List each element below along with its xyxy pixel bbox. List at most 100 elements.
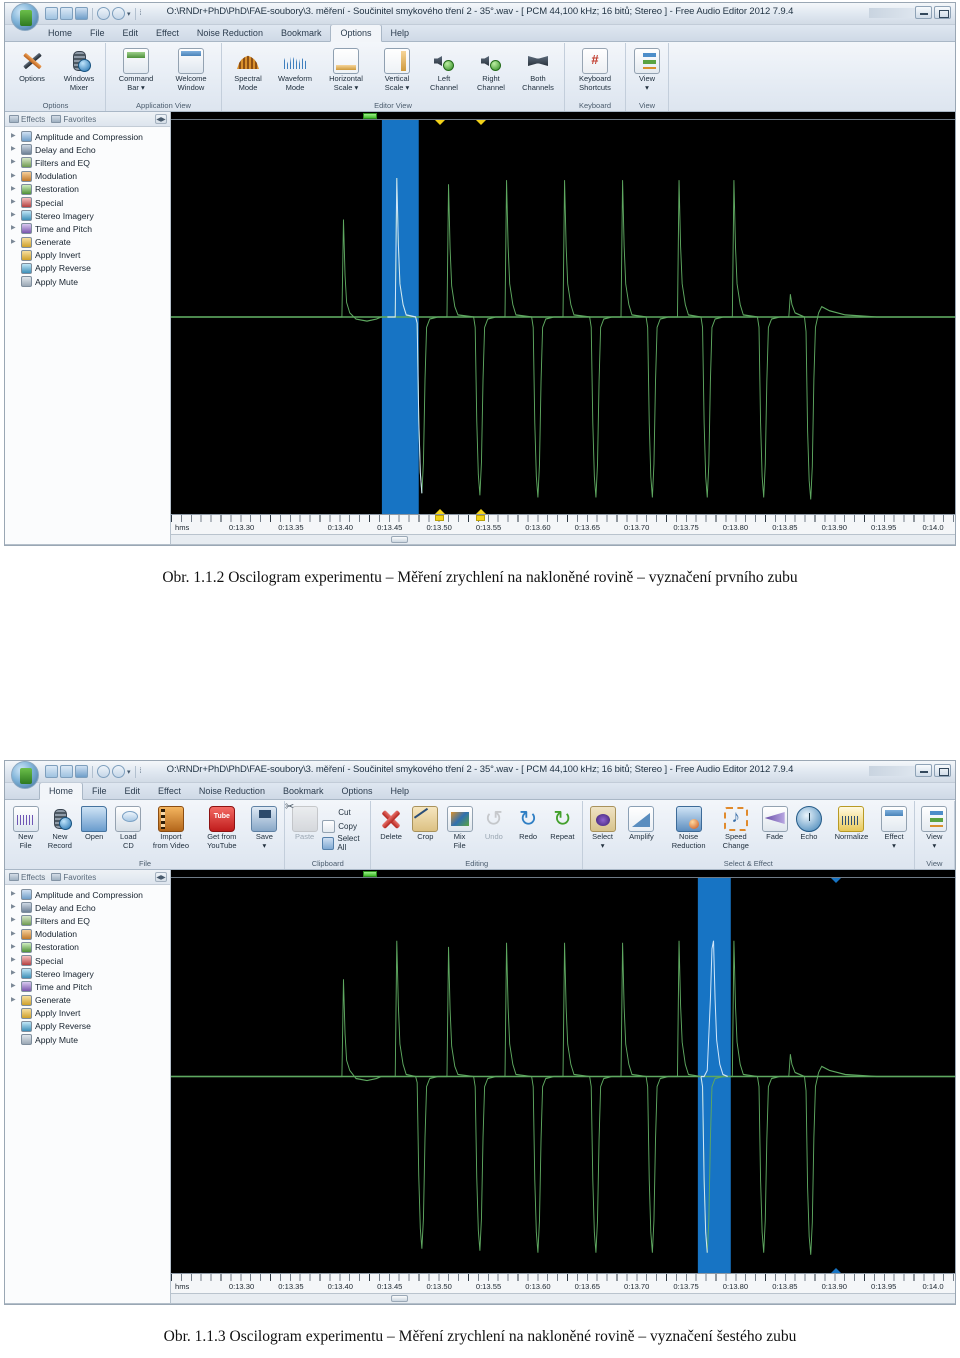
effects-item-modulation-1[interactable]: ▶ Modulation xyxy=(5,170,170,183)
expand-arrow-icon[interactable]: ▶ xyxy=(11,891,18,898)
tab-effect-1[interactable]: Effect xyxy=(147,25,188,41)
horizontal-scrollbar-1[interactable] xyxy=(171,534,955,544)
expand-arrow-icon[interactable]: ▶ xyxy=(11,944,18,951)
maximize-button-2[interactable] xyxy=(934,764,951,777)
timeline-ruler-2[interactable]: hms 0:13.30 0:13.35 0:13.40 0:13.45 0:13… xyxy=(171,1273,955,1293)
ribbon-button-right-channel[interactable]: Right Channel xyxy=(468,45,514,92)
expand-arrow-icon[interactable]: ▶ xyxy=(11,173,18,180)
expand-arrow-icon[interactable]: ▶ xyxy=(11,957,18,964)
ribbon-button-select-all[interactable]: Select All xyxy=(322,834,367,852)
selection-handle-left-top-2[interactable] xyxy=(831,878,841,883)
effects-item-generate-2[interactable]: ▶ Generate xyxy=(5,994,170,1007)
effects-item-delay-and-echo-2[interactable]: ▶ Delay and Echo xyxy=(5,901,170,914)
effects-item-apply-reverse-1[interactable]: ▶Apply Reverse xyxy=(5,262,170,275)
minimize-button-2[interactable] xyxy=(915,764,932,777)
expand-arrow-icon[interactable]: ▶ xyxy=(11,917,18,924)
effects-item-time-and-pitch-2[interactable]: ▶ Time and Pitch xyxy=(5,980,170,993)
effects-item-time-and-pitch-1[interactable]: ▶ Time and Pitch xyxy=(5,222,170,235)
ribbon-button-spectral-mode[interactable]: Spectral Mode xyxy=(225,45,271,92)
tab-help-2[interactable]: Help xyxy=(382,783,419,799)
tab-edit-2[interactable]: Edit xyxy=(116,783,150,799)
ribbon-button-keyboard-shortcuts[interactable]: Keyboard Shortcuts xyxy=(568,45,622,92)
effects-item-restoration-2[interactable]: ▶ Restoration xyxy=(5,941,170,954)
selection-handle-right-top-1[interactable] xyxy=(476,120,486,125)
overview-strip-2[interactable] xyxy=(171,870,955,878)
ribbon-button-repeat[interactable]: Repeat xyxy=(546,803,579,842)
ribbon-button-select[interactable]: Select ▾ xyxy=(586,803,619,850)
tab-home-1[interactable]: Home xyxy=(39,25,81,41)
ribbon-button-speed-change[interactable]: Speed Change xyxy=(715,803,757,850)
expand-arrow-icon[interactable]: ▶ xyxy=(11,212,18,219)
ribbon-button-both-channels[interactable]: Both Channels xyxy=(515,45,561,92)
waveform-canvas-2[interactable] xyxy=(171,878,955,1273)
effects-item-special-1[interactable]: ▶ Special xyxy=(5,196,170,209)
ribbon-button-undo[interactable]: Undo xyxy=(477,803,510,842)
ribbon-button-noise-reduction[interactable]: Noise Reduction xyxy=(664,803,714,850)
favorites-tab-1[interactable]: Favorites xyxy=(51,115,96,124)
effects-item-stereo-imagery-1[interactable]: ▶ Stereo Imagery xyxy=(5,209,170,222)
expand-arrow-icon[interactable]: ▶ xyxy=(11,970,18,977)
effects-item-amplitude-and-compression-1[interactable]: ▶ Amplitude and Compression xyxy=(5,130,170,143)
maximize-button-1[interactable] xyxy=(934,6,951,19)
ribbon-button-copy[interactable]: Copy xyxy=(322,820,367,833)
expand-arrow-icon[interactable]: ▶ xyxy=(11,225,18,232)
ribbon-button-welcome-window[interactable]: Welcome Window xyxy=(164,45,218,92)
ribbon-button-fade[interactable]: Fade xyxy=(758,803,791,842)
scrollbar-thumb-2[interactable] xyxy=(390,1295,408,1302)
ribbon-button-view-1[interactable]: View ▾ xyxy=(629,45,665,92)
ribbon-button-get-from-youtube[interactable]: Get from YouTube xyxy=(197,803,247,850)
tab-noise-reduction-1[interactable]: Noise Reduction xyxy=(188,25,272,41)
tab-home-2[interactable]: Home xyxy=(39,782,84,800)
tab-file-1[interactable]: File xyxy=(81,25,114,41)
ribbon-button-echo[interactable]: Echo xyxy=(792,803,825,842)
ribbon-button-load-cd[interactable]: Load CD xyxy=(112,803,145,850)
ribbon-button-horizontal-scale[interactable]: Horizontal Scale ▾ xyxy=(319,45,373,92)
tab-bookmark-2[interactable]: Bookmark xyxy=(274,783,333,799)
tab-help-1[interactable]: Help xyxy=(382,25,419,41)
ribbon-button-delete[interactable]: Delete xyxy=(374,803,407,842)
collapse-panel-button-1[interactable]: ◀▶ xyxy=(155,114,167,124)
selection-handle-left-top-1[interactable] xyxy=(435,120,445,125)
effects-item-apply-mute-1[interactable]: ▶Apply Mute xyxy=(5,275,170,288)
effects-item-generate-1[interactable]: ▶ Generate xyxy=(5,236,170,249)
ribbon-button-cut[interactable]: Cut xyxy=(322,806,367,819)
expand-arrow-icon[interactable]: ▶ xyxy=(11,239,18,246)
effects-item-apply-mute-2[interactable]: ▶Apply Mute xyxy=(5,1033,170,1046)
overview-strip-1[interactable] xyxy=(171,112,955,120)
tab-options-1[interactable]: Options xyxy=(330,24,382,42)
horizontal-scrollbar-2[interactable] xyxy=(171,1293,955,1303)
tab-bookmark-1[interactable]: Bookmark xyxy=(272,25,331,41)
effects-item-apply-invert-2[interactable]: ▶Apply Invert xyxy=(5,1007,170,1020)
ribbon-button-view-2[interactable]: View ▾ xyxy=(918,803,951,850)
ribbon-button-mix-file[interactable]: Mix File xyxy=(443,803,476,850)
effects-item-restoration-1[interactable]: ▶ Restoration xyxy=(5,183,170,196)
expand-arrow-icon[interactable]: ▶ xyxy=(11,199,18,206)
effects-item-apply-invert-1[interactable]: ▶Apply Invert xyxy=(5,249,170,262)
timeline-ruler-1[interactable]: hms 0:13.30 0:13.35 0:13.40 0:13.45 0:13… xyxy=(171,514,955,534)
expand-arrow-icon[interactable]: ▶ xyxy=(11,159,18,166)
effects-item-stereo-imagery-2[interactable]: ▶ Stereo Imagery xyxy=(5,967,170,980)
ribbon-button-waveform-mode[interactable]: Waveform Mode xyxy=(272,45,318,92)
ribbon-button-vertical-scale[interactable]: Vertical Scale ▾ xyxy=(374,45,420,92)
tab-file-2[interactable]: File xyxy=(83,783,116,799)
ribbon-button-open[interactable]: Open xyxy=(78,803,111,842)
ribbon-button-options[interactable]: Options xyxy=(9,45,55,84)
ribbon-button-effect[interactable]: Effect ▾ xyxy=(877,803,910,850)
tab-noise-reduction-2[interactable]: Noise Reduction xyxy=(190,783,274,799)
ribbon-button-new-record[interactable]: New Record xyxy=(43,803,76,850)
ruler-selection-start-marker-1[interactable] xyxy=(435,515,444,521)
effects-tab-1[interactable]: Effects xyxy=(9,115,45,124)
minimize-button-1[interactable] xyxy=(915,6,932,19)
expand-arrow-icon[interactable]: ▶ xyxy=(11,983,18,990)
expand-arrow-icon[interactable]: ▶ xyxy=(11,931,18,938)
tab-options-2[interactable]: Options xyxy=(332,783,381,799)
effects-item-modulation-2[interactable]: ▶ Modulation xyxy=(5,928,170,941)
tab-effect-2[interactable]: Effect xyxy=(149,783,190,799)
ribbon-button-normalize[interactable]: Normalize xyxy=(827,803,877,842)
scrollbar-thumb-1[interactable] xyxy=(390,536,408,543)
ribbon-button-crop[interactable]: Crop xyxy=(409,803,442,842)
effects-item-special-2[interactable]: ▶ Special xyxy=(5,954,170,967)
ribbon-button-left-channel[interactable]: Left Channel xyxy=(421,45,467,92)
waveform-canvas-1[interactable] xyxy=(171,120,955,514)
ribbon-button-save[interactable]: Save ▾ xyxy=(248,803,281,850)
